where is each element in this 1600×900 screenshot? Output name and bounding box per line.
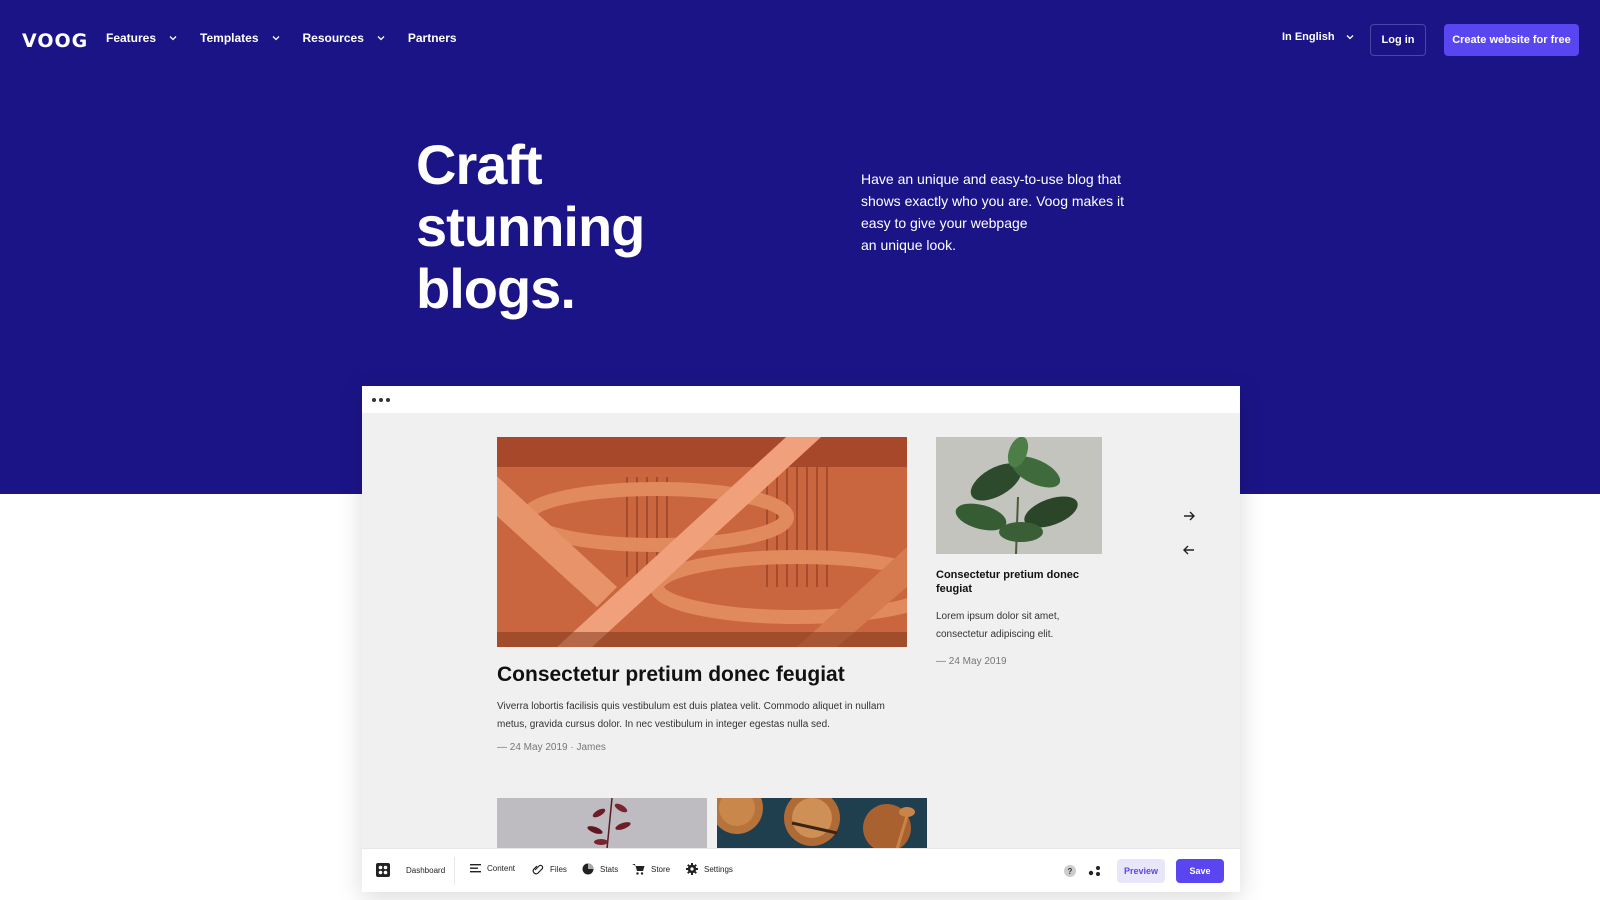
architecture-illustration — [497, 437, 907, 647]
branch-illustration — [497, 798, 707, 849]
hero-description-line: shows exactly who you are. Voog makes it — [861, 193, 1125, 209]
post-thumbnail[interactable] — [497, 798, 707, 849]
side-post-excerpt: Lorem ipsum dolor sit amet, consectetur … — [936, 611, 1060, 640]
main-post-image[interactable] — [497, 437, 907, 647]
top-navigation: VOOG Features Templates Resources Partne… — [0, 0, 1600, 80]
plant-illustration — [936, 437, 1102, 554]
toolbar-divider — [454, 857, 455, 885]
nav-item-label: Resources — [302, 31, 364, 45]
share-icon[interactable] — [1088, 865, 1102, 877]
nav-item-resources[interactable]: Resources — [303, 31, 386, 45]
toolbar-files[interactable]: Files — [532, 863, 567, 875]
toolbar-settings[interactable]: Settings — [686, 863, 733, 875]
chevron-down-icon — [272, 36, 279, 41]
hero-description-line: easy to give your webpage — [861, 215, 1028, 231]
main-menu: Features Templates Resources Partners — [106, 31, 479, 45]
toolbar-store-label: Store — [651, 864, 671, 874]
nav-item-partners[interactable]: Partners — [408, 31, 457, 45]
toolbar-dashboard-label: Dashboard — [406, 865, 446, 875]
files-icon — [532, 864, 544, 875]
hero-title: Craft stunning blogs. — [416, 133, 645, 320]
nav-item-features[interactable]: Features — [106, 31, 178, 45]
voog-logo[interactable]: VOOG — [22, 30, 88, 52]
next-post-button[interactable] — [1178, 505, 1200, 527]
store-icon — [632, 864, 645, 875]
nav-item-label: Templates — [200, 31, 259, 45]
language-selector[interactable]: In English — [1282, 31, 1355, 43]
toolbar-stats[interactable]: Stats — [582, 863, 618, 875]
side-post-meta: — 24 May 2019 — [936, 656, 1007, 667]
hero-title-line: stunning — [416, 195, 645, 258]
dashboard-icon — [376, 863, 390, 877]
hero-title-line: blogs. — [416, 257, 576, 320]
toolbar-store[interactable]: Store — [632, 863, 670, 875]
help-icon[interactable]: ? — [1064, 865, 1076, 877]
login-button[interactable]: Log in — [1370, 24, 1426, 56]
nav-item-templates[interactable]: Templates — [200, 31, 280, 45]
toolbar-files-label: Files — [550, 864, 567, 874]
toolbar-content[interactable]: Content — [470, 863, 515, 873]
stats-icon — [582, 863, 594, 875]
nav-item-label: Features — [106, 31, 157, 45]
main-post-excerpt: Viverra lobortis facilisis quis vestibul… — [497, 701, 885, 730]
preview-button[interactable]: Preview — [1117, 859, 1165, 883]
arrow-right-icon — [1184, 511, 1195, 521]
main-post-title[interactable]: Consectetur pretium donec feugiat — [497, 663, 845, 687]
hero-description-line: an unique look. — [861, 237, 956, 253]
create-website-button[interactable]: Create website for free — [1444, 24, 1579, 56]
main-post-meta: — 24 May 2019 · James — [497, 742, 606, 753]
toolbar-stats-label: Stats — [600, 864, 619, 874]
toolbar-settings-label: Settings — [704, 864, 733, 874]
hero-description: Have an unique and easy-to-use blog that… — [861, 168, 1141, 256]
save-button[interactable]: Save — [1176, 859, 1224, 883]
nav-item-label: Partners — [407, 31, 457, 45]
hero-description-line: Have an unique and easy-to-use blog that — [861, 171, 1121, 187]
window-dots-icon — [372, 398, 390, 402]
chevron-down-icon — [169, 36, 177, 41]
chevron-down-icon — [377, 36, 385, 41]
content-icon — [470, 864, 481, 873]
bowls-illustration — [717, 798, 927, 849]
chevron-down-icon — [1346, 35, 1354, 40]
arrow-left-icon — [1183, 545, 1194, 555]
toolbar-content-label: Content — [487, 863, 516, 873]
previous-post-button[interactable] — [1178, 539, 1200, 561]
side-post-title[interactable]: Consectetur pretium donec feugiat — [936, 568, 1102, 596]
window-titlebar — [362, 386, 1240, 413]
editor-preview-window: Consectetur pretium donec feugiat Viverr… — [362, 386, 1240, 892]
toolbar-dashboard[interactable]: Dashboard — [376, 863, 445, 877]
hero-title-line: Craft — [416, 133, 543, 196]
post-thumbnail[interactable] — [717, 798, 927, 849]
side-post-image[interactable] — [936, 437, 1102, 554]
editor-toolbar: Dashboard Content Files Stats Store Sett… — [362, 848, 1240, 892]
language-label: In English — [1282, 31, 1335, 43]
settings-icon — [686, 863, 698, 875]
